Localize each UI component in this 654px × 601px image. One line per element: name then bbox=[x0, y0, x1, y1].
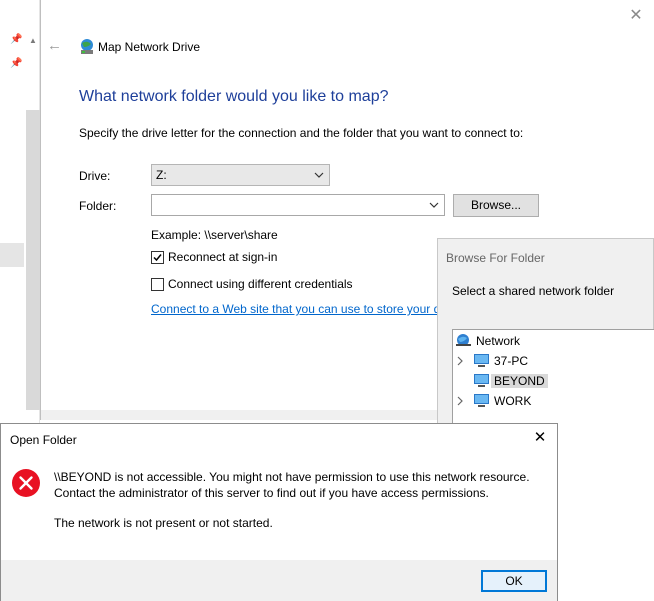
computer-icon bbox=[474, 374, 489, 387]
credentials-label: Connect using different credentials bbox=[168, 277, 353, 291]
folder-input[interactable] bbox=[151, 194, 445, 216]
navigation-selected-row[interactable] bbox=[0, 243, 24, 267]
chevron-right-icon[interactable] bbox=[455, 395, 465, 407]
error-detail: The network is not present or not starte… bbox=[54, 516, 273, 530]
back-arrow-icon[interactable]: ← bbox=[47, 38, 63, 54]
tree-label: Network bbox=[476, 334, 521, 348]
folder-example: Example: \\server\share bbox=[151, 228, 278, 242]
tree-item-37-pc[interactable]: 37-PC bbox=[455, 352, 645, 370]
ok-button[interactable]: OK bbox=[481, 570, 547, 592]
browse-dialog-title: Browse For Folder bbox=[446, 251, 545, 265]
window-title: Map Network Drive bbox=[98, 40, 201, 54]
folder-tree[interactable]: Network 37-PC BEYOND WORK bbox=[452, 329, 654, 429]
computer-icon bbox=[474, 354, 489, 367]
network-icon bbox=[456, 334, 471, 346]
wizard-heading: What network folder would you like to ma… bbox=[79, 88, 389, 105]
drive-value: Z: bbox=[156, 168, 167, 182]
computer-icon bbox=[474, 394, 489, 407]
wizard-instruction: Specify the drive letter for the connect… bbox=[79, 126, 524, 140]
close-icon[interactable]: ✕ bbox=[533, 430, 547, 445]
tree-label: WORK bbox=[494, 394, 532, 408]
network-drive-icon bbox=[81, 39, 93, 54]
error-icon bbox=[12, 469, 40, 497]
pin-icon[interactable]: 📌 bbox=[10, 34, 22, 46]
close-icon[interactable]: ✕ bbox=[628, 8, 644, 24]
reconnect-checkbox[interactable] bbox=[151, 251, 164, 264]
tree-item-network[interactable]: Network bbox=[455, 332, 645, 350]
drive-label: Drive: bbox=[79, 169, 111, 183]
reconnect-label: Reconnect at sign-in bbox=[168, 250, 278, 264]
open-folder-error-dialog: Open Folder ✕ \\BEYOND is not accessible… bbox=[0, 423, 558, 601]
scroll-up-icon[interactable]: ▲ bbox=[28, 36, 38, 46]
error-dialog-title: Open Folder bbox=[10, 433, 77, 447]
drive-select[interactable]: Z: bbox=[151, 164, 330, 186]
tree-item-beyond[interactable]: BEYOND bbox=[455, 372, 645, 390]
chevron-right-icon[interactable] bbox=[455, 355, 465, 367]
credentials-checkbox[interactable] bbox=[151, 278, 164, 291]
pin-icon[interactable]: 📌 bbox=[10, 58, 22, 70]
error-message: Contact the administrator of this server… bbox=[54, 486, 489, 500]
browse-button[interactable]: Browse... bbox=[453, 194, 539, 217]
tree-label: 37-PC bbox=[494, 354, 529, 368]
error-dialog-footer bbox=[1, 560, 557, 601]
browse-dialog-prompt: Select a shared network folder bbox=[452, 284, 615, 298]
web-site-link[interactable]: Connect to a Web site that you can use t… bbox=[151, 302, 439, 316]
browse-for-folder-dialog: Browse For Folder Select a shared networ… bbox=[437, 238, 654, 429]
error-message: \\BEYOND is not accessible. You might no… bbox=[54, 470, 530, 484]
scrollbar[interactable] bbox=[26, 110, 40, 410]
tree-item-work[interactable]: WORK bbox=[455, 392, 645, 410]
chevron-down-icon bbox=[314, 172, 324, 178]
chevron-down-icon[interactable] bbox=[428, 198, 440, 212]
folder-label: Folder: bbox=[79, 199, 117, 213]
tree-label: BEYOND bbox=[491, 374, 548, 388]
checkmark-icon bbox=[153, 254, 162, 262]
